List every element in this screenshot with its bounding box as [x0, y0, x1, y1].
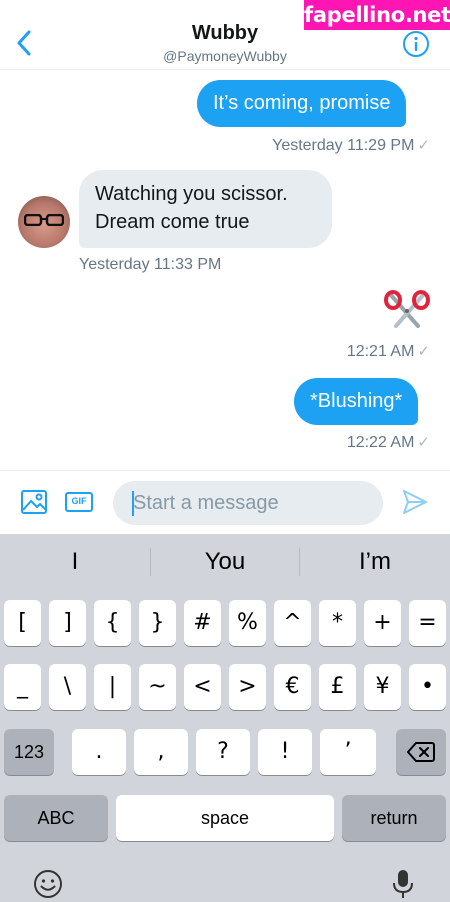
- key[interactable]: £: [319, 664, 356, 710]
- key[interactable]: [: [4, 600, 41, 646]
- key[interactable]: !: [258, 729, 312, 775]
- key[interactable]: *: [319, 600, 356, 646]
- glasses-icon: [24, 214, 64, 226]
- key[interactable]: +: [364, 600, 401, 646]
- emoji-button[interactable]: [32, 868, 64, 902]
- message-line: Watching you scissor.: [95, 183, 288, 205]
- key[interactable]: _: [4, 664, 41, 710]
- message-timestamp: 12:21 AM ✓: [346, 343, 430, 360]
- suggestion-item[interactable]: I: [0, 534, 150, 590]
- microphone-icon: [393, 870, 413, 898]
- key[interactable]: ¥: [364, 664, 401, 710]
- message-timestamp: Yesterday 11:33 PM: [79, 256, 222, 273]
- delete-key[interactable]: [396, 729, 446, 775]
- send-icon: [403, 490, 427, 514]
- emoji-icon: [34, 870, 62, 898]
- gif-label: GIF: [71, 496, 87, 506]
- message-timestamp: 12:22 AM ✓: [346, 434, 430, 451]
- message-input[interactable]: Start a message: [113, 481, 383, 525]
- message-timestamp: Yesterday 11:29 PM ✓: [272, 137, 430, 154]
- sent-check-icon: ✓: [417, 434, 430, 451]
- key[interactable]: }: [139, 600, 176, 646]
- sent-check-icon: ✓: [417, 343, 430, 360]
- info-icon: [403, 31, 429, 57]
- scissors-icon: [384, 290, 430, 328]
- key[interactable]: #: [184, 600, 221, 646]
- text-cursor: [132, 491, 134, 516]
- suggestion-item[interactable]: You: [151, 534, 299, 590]
- message-line: Dream come true: [95, 211, 250, 233]
- key[interactable]: ^: [274, 600, 311, 646]
- key[interactable]: €: [274, 664, 311, 710]
- scissors-emoji[interactable]: [384, 290, 430, 332]
- key[interactable]: ~: [139, 664, 176, 710]
- key[interactable]: .: [72, 729, 126, 775]
- key[interactable]: •: [409, 664, 446, 710]
- key[interactable]: {: [94, 600, 131, 646]
- key[interactable]: >: [229, 664, 266, 710]
- backspace-icon: [407, 742, 435, 762]
- sent-check-icon: ✓: [417, 137, 430, 154]
- key[interactable]: ?: [196, 729, 250, 775]
- message-bubble-outgoing[interactable]: *Blushing*: [294, 378, 419, 425]
- key[interactable]: %: [229, 600, 266, 646]
- avatar[interactable]: [18, 196, 70, 248]
- message-bubble-outgoing[interactable]: It’s coming, promise: [197, 80, 407, 127]
- numbers-switch-key[interactable]: 123: [4, 729, 54, 775]
- conversation-handle: @PaymoneyWubby: [163, 48, 287, 64]
- send-button[interactable]: [402, 488, 428, 516]
- add-gif-button[interactable]: GIF: [65, 488, 93, 516]
- image-icon: [21, 490, 47, 514]
- key[interactable]: |: [94, 664, 131, 710]
- key[interactable]: ,: [134, 729, 188, 775]
- abc-switch-key[interactable]: ABC: [4, 795, 108, 841]
- dictation-button[interactable]: [392, 868, 414, 902]
- key[interactable]: =: [409, 600, 446, 646]
- key[interactable]: ’: [320, 729, 376, 775]
- space-key[interactable]: space: [116, 795, 334, 841]
- message-bubble-incoming[interactable]: Watching you scissor. Dream come true: [79, 170, 332, 248]
- key[interactable]: <: [184, 664, 221, 710]
- return-key[interactable]: return: [342, 795, 446, 841]
- add-image-button[interactable]: [20, 488, 48, 516]
- info-button[interactable]: [402, 30, 430, 58]
- key[interactable]: \: [49, 664, 86, 710]
- key[interactable]: ]: [49, 600, 86, 646]
- watermark: fapellino.net: [304, 0, 450, 30]
- suggestion-item[interactable]: I’m: [300, 534, 450, 590]
